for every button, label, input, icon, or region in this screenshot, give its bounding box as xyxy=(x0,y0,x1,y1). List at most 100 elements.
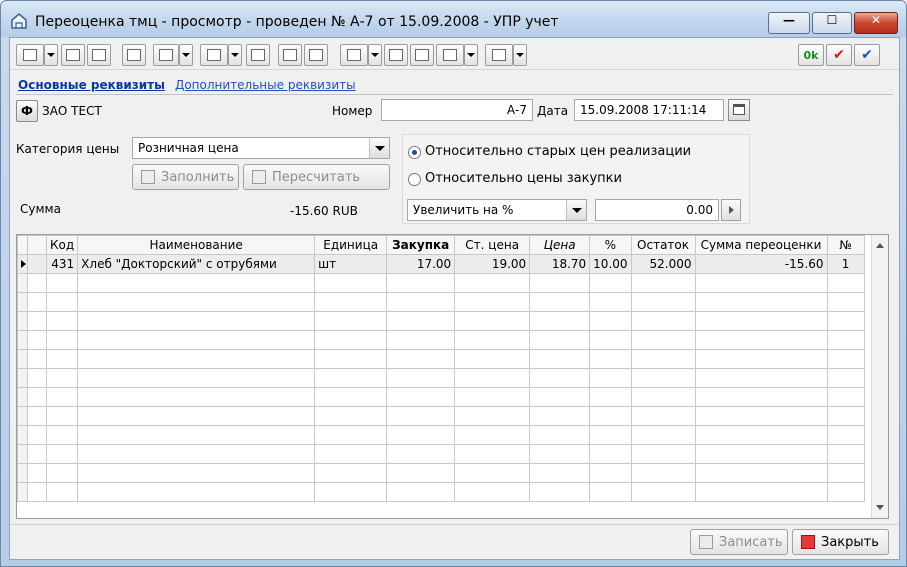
empty-cell xyxy=(27,368,47,388)
empty-cell xyxy=(529,463,591,483)
percent-input[interactable]: 0.00 xyxy=(595,199,719,221)
revaluation-options-panel: Относительно старых цен реализации Относ… xyxy=(402,134,750,224)
table-row[interactable]: 431 Хлеб "Докторский" с отрубями шт 17.0… xyxy=(17,254,865,274)
empty-cell xyxy=(454,349,531,369)
briefcase-dropdown[interactable] xyxy=(464,44,478,66)
empty-cell xyxy=(77,368,316,388)
col-old-price[interactable]: Ст. цена xyxy=(454,235,531,255)
briefcase-button[interactable] xyxy=(436,44,464,66)
col-purchase[interactable]: Закупка xyxy=(386,235,456,255)
app-icon xyxy=(11,13,27,29)
help-icon xyxy=(283,49,297,61)
organization-button[interactable]: Ф xyxy=(16,100,38,122)
scroll-down-icon[interactable] xyxy=(876,505,884,510)
cell-unit[interactable]: шт xyxy=(314,254,388,274)
copy-button[interactable] xyxy=(87,44,111,66)
cell-stock[interactable]: 52.000 xyxy=(630,254,696,274)
empty-row xyxy=(17,463,865,483)
cell-code[interactable]: 431 xyxy=(45,254,79,274)
image-button[interactable] xyxy=(246,44,270,66)
delete-button[interactable] xyxy=(122,44,146,66)
close-window-button[interactable]: ✕ xyxy=(854,12,898,34)
chevron-down-icon xyxy=(467,53,475,57)
structure-button[interactable] xyxy=(410,44,434,66)
ok-button[interactable]: 0k xyxy=(798,44,824,66)
col-revaluation-sum[interactable]: Сумма переоценки xyxy=(694,235,828,255)
book-button[interactable] xyxy=(304,44,328,66)
col-unit[interactable]: Единица xyxy=(314,235,388,255)
date-field[interactable]: 15.09.2008 17:11:14 xyxy=(574,99,724,121)
empty-cell xyxy=(529,387,591,407)
print-dropdown[interactable] xyxy=(228,44,242,66)
col-number[interactable]: № xyxy=(826,235,865,255)
journal-button[interactable] xyxy=(61,44,85,66)
col-name[interactable]: Наименование xyxy=(77,235,316,255)
fill-button[interactable]: Заполнить xyxy=(132,164,239,190)
empty-cell xyxy=(386,349,456,369)
empty-cell xyxy=(45,444,79,464)
print-form-dropdown[interactable] xyxy=(44,44,58,66)
based-on-dropdown[interactable] xyxy=(179,44,193,66)
chevron-down-icon[interactable] xyxy=(566,200,586,220)
cell-purchase[interactable]: 17.00 xyxy=(386,254,456,274)
cell-name[interactable]: Хлеб "Докторский" с отрубями xyxy=(77,254,316,274)
empty-cell xyxy=(589,444,632,464)
empty-cell xyxy=(27,273,47,293)
apply-percent-button[interactable] xyxy=(721,199,741,221)
radio-old-prices-label[interactable]: Относительно старых цен реализации xyxy=(425,144,691,159)
empty-cell xyxy=(589,368,632,388)
post-close-button[interactable]: ✔ xyxy=(854,44,880,66)
empty-cell xyxy=(45,406,79,426)
cell-revaluation-sum[interactable]: -15.60 xyxy=(694,254,828,274)
empty-cell xyxy=(27,292,47,312)
help-button[interactable] xyxy=(278,44,302,66)
col-price[interactable]: Цена xyxy=(529,235,591,255)
cell-price[interactable]: 18.70 xyxy=(529,254,591,274)
radio-purchase-price-label[interactable]: Относительно цены закупки xyxy=(425,171,622,186)
col-percent[interactable]: % xyxy=(589,235,632,255)
scroll-up-icon[interactable] xyxy=(876,243,884,248)
cell-old-price[interactable]: 19.00 xyxy=(454,254,531,274)
empty-cell xyxy=(386,406,456,426)
picture-icon xyxy=(251,49,265,61)
title-bar[interactable]: Переоценка тмц - просмотр - проведен № А… xyxy=(1,1,906,37)
cell-number[interactable]: 1 xyxy=(826,254,865,274)
col-code[interactable]: Код xyxy=(45,235,79,255)
undo-button[interactable] xyxy=(384,44,408,66)
sum-label: Сумма xyxy=(20,202,61,216)
vertical-scrollbar[interactable] xyxy=(871,235,888,518)
recalculate-button[interactable]: Пересчитать xyxy=(243,164,390,190)
price-category-select[interactable]: Розничная цена xyxy=(132,137,390,159)
network-dropdown[interactable] xyxy=(513,44,527,66)
mail-dropdown[interactable] xyxy=(368,44,382,66)
number-field[interactable]: А-7 xyxy=(381,99,533,121)
empty-cell xyxy=(45,311,79,331)
calendar-button[interactable] xyxy=(728,99,750,121)
radio-purchase-price[interactable] xyxy=(408,173,421,186)
minimize-button[interactable]: — xyxy=(768,12,810,34)
save-button[interactable]: Записать xyxy=(690,529,788,555)
based-on-button[interactable] xyxy=(153,44,179,66)
empty-cell xyxy=(826,463,865,483)
print-button[interactable] xyxy=(200,44,228,66)
print-form-button[interactable] xyxy=(16,44,44,66)
empty-cell xyxy=(589,482,632,502)
empty-cell xyxy=(17,292,28,312)
cell-percent[interactable]: 10.00 xyxy=(589,254,632,274)
empty-cell xyxy=(529,273,591,293)
maximize-button[interactable]: ☐ xyxy=(812,12,852,34)
chevron-down-icon[interactable] xyxy=(369,138,389,158)
empty-cell xyxy=(826,349,865,369)
network-button[interactable] xyxy=(485,44,513,66)
empty-cell xyxy=(45,425,79,445)
exit-icon xyxy=(801,535,815,549)
mail-button[interactable] xyxy=(340,44,368,66)
radio-old-prices[interactable] xyxy=(408,146,421,159)
empty-cell xyxy=(630,406,696,426)
empty-cell xyxy=(694,444,828,464)
close-button[interactable]: Закрыть xyxy=(792,529,889,555)
adjust-mode-select[interactable]: Увеличить на % xyxy=(407,199,587,221)
mail-icon xyxy=(347,49,361,61)
col-stock[interactable]: Остаток xyxy=(630,235,696,255)
post-button[interactable]: ✔ xyxy=(826,44,852,66)
